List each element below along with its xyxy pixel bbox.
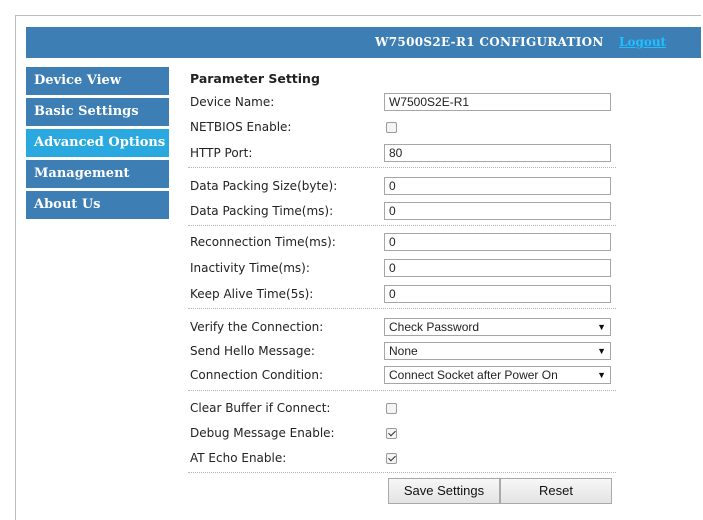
connection-condition-value: Connect Socket after Power On bbox=[389, 368, 558, 382]
dropdown-arrow-icon: ▼ bbox=[597, 370, 606, 380]
divider bbox=[188, 308, 616, 309]
at-echo-label: AT Echo Enable: bbox=[190, 451, 287, 465]
clear-buffer-checkbox[interactable] bbox=[386, 403, 397, 414]
packing-size-label: Data Packing Size(byte): bbox=[190, 179, 338, 193]
sidebar-item-device-view[interactable]: Device View bbox=[26, 67, 169, 95]
debug-message-checkbox[interactable] bbox=[386, 428, 397, 439]
keepalive-time-label: Keep Alive Time(5s): bbox=[190, 287, 314, 301]
divider bbox=[188, 472, 616, 473]
header-bar: W7500S2E-R1 CONFIGURATION Logout bbox=[26, 27, 701, 58]
inactivity-time-input[interactable]: 0 bbox=[384, 259, 611, 277]
sidebar-nav: Device View Basic Settings Advanced Opti… bbox=[26, 67, 169, 222]
reconnect-time-input[interactable]: 0 bbox=[384, 233, 611, 251]
at-echo-checkbox[interactable] bbox=[386, 453, 397, 464]
sidebar-item-advanced-options[interactable]: Advanced Options bbox=[26, 129, 169, 157]
hello-message-select[interactable]: None ▼ bbox=[384, 342, 611, 360]
keepalive-time-input[interactable]: 0 bbox=[384, 285, 611, 303]
sidebar-item-basic-settings[interactable]: Basic Settings bbox=[26, 98, 169, 126]
reconnect-time-label: Reconnection Time(ms): bbox=[190, 235, 336, 249]
sidebar-item-about-us[interactable]: About Us bbox=[26, 191, 169, 219]
debug-message-label: Debug Message Enable: bbox=[190, 426, 335, 440]
device-name-label: Device Name: bbox=[190, 95, 275, 109]
verify-connection-label: Verify the Connection: bbox=[190, 320, 324, 334]
hello-message-value: None bbox=[389, 344, 418, 358]
netbios-label: NETBIOS Enable: bbox=[190, 120, 292, 134]
save-settings-button[interactable]: Save Settings bbox=[388, 478, 500, 504]
divider bbox=[188, 225, 616, 226]
dropdown-arrow-icon: ▼ bbox=[597, 322, 606, 332]
dropdown-arrow-icon: ▼ bbox=[597, 346, 606, 356]
reset-button[interactable]: Reset bbox=[500, 478, 612, 504]
http-port-input[interactable]: 80 bbox=[384, 144, 611, 162]
packing-time-label: Data Packing Time(ms): bbox=[190, 204, 334, 218]
logout-link[interactable]: Logout bbox=[619, 35, 666, 49]
sidebar-item-management[interactable]: Management bbox=[26, 160, 169, 188]
verify-connection-select[interactable]: Check Password ▼ bbox=[384, 318, 611, 336]
page-title: W7500S2E-R1 CONFIGURATION bbox=[375, 35, 604, 49]
netbios-checkbox[interactable] bbox=[386, 122, 397, 133]
packing-time-input[interactable]: 0 bbox=[384, 202, 611, 220]
connection-condition-label: Connection Condition: bbox=[190, 368, 324, 382]
clear-buffer-label: Clear Buffer if Connect: bbox=[190, 401, 331, 415]
connection-condition-select[interactable]: Connect Socket after Power On ▼ bbox=[384, 366, 611, 384]
section-title: Parameter Setting bbox=[190, 71, 320, 86]
http-port-label: HTTP Port: bbox=[190, 146, 253, 160]
inactivity-time-label: Inactivity Time(ms): bbox=[190, 261, 310, 275]
divider bbox=[188, 167, 616, 168]
packing-size-input[interactable]: 0 bbox=[384, 177, 611, 195]
divider bbox=[188, 390, 616, 391]
device-name-input[interactable]: W7500S2E-R1 bbox=[384, 93, 611, 111]
verify-connection-value: Check Password bbox=[389, 320, 480, 334]
hello-message-label: Send Hello Message: bbox=[190, 344, 315, 358]
